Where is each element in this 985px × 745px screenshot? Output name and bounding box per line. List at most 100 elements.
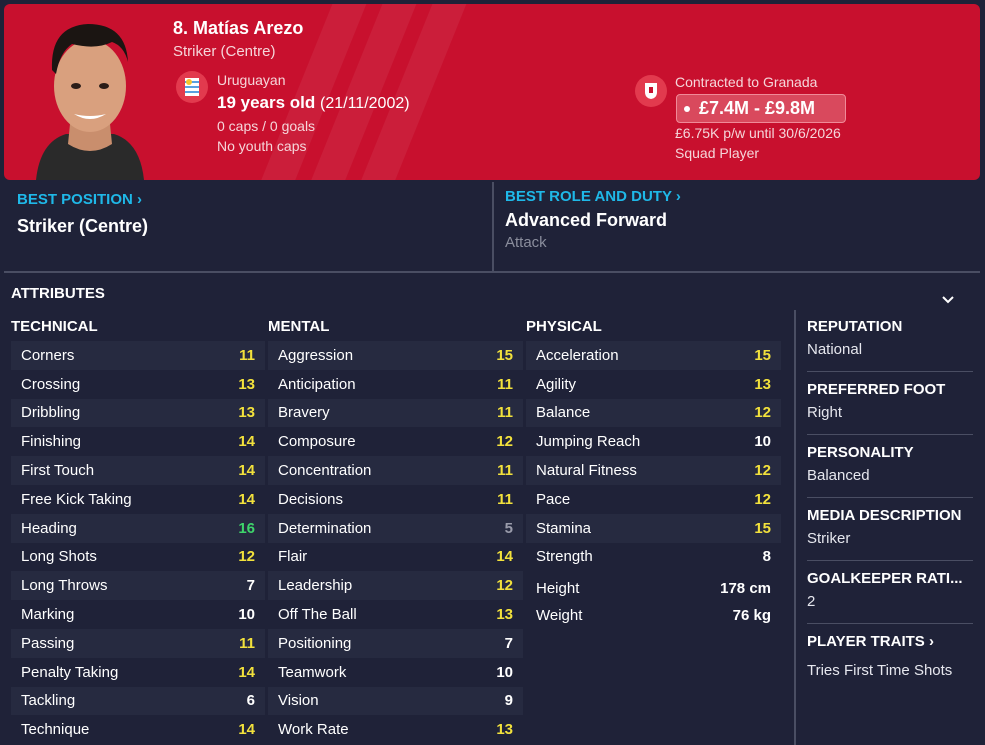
attribute-name: Agility [536,375,577,393]
attribute-row[interactable]: Tackling 6 [11,686,265,716]
attribute-row[interactable]: Heading 16 [11,513,265,543]
age-text: 19 years old [217,93,316,112]
attribute-row[interactable]: Natural Fitness 12 [526,456,781,485]
attribute-value: 12 [754,490,771,508]
attribute-row[interactable]: Free Kick Taking 14 [11,485,265,514]
attribute-row[interactable]: Decisions 11 [268,485,523,514]
attribute-value: 12 [496,577,513,595]
attribute-name: Decisions [278,490,344,508]
attribute-row[interactable]: Aggression 15 [268,341,523,370]
attribute-row[interactable]: Crossing 13 [11,370,265,399]
attribute-name: Long Shots [21,548,97,566]
attribute-name: Finishing [21,433,82,451]
attribute-name: Positioning [278,634,352,652]
weight-row: Weight 76 kg [526,607,781,624]
attribute-row[interactable]: Dribbling 13 [11,398,265,428]
best-role-link[interactable]: BEST ROLE AND DUTY › [505,188,681,205]
attribute-name: Passing [21,634,75,652]
attribute-name: Off The Ball [278,606,357,624]
attribute-value: 11 [239,634,255,652]
attribute-row[interactable]: Acceleration 15 [526,341,781,370]
attribute-name: Anticipation [278,375,356,393]
attribute-value: 14 [238,462,255,480]
attribute-row[interactable]: Work Rate 13 [268,715,523,744]
contract-club[interactable]: Contracted to Granada [675,74,817,90]
attribute-value: 10 [238,606,255,624]
attribute-row[interactable]: Pace 12 [526,485,781,514]
attribute-row[interactable]: Corners 11 [11,341,265,370]
height-row: Height 178 cm [526,580,781,597]
attribute-name: Free Kick Taking [21,490,132,508]
attribute-row[interactable]: Long Shots 12 [11,543,265,572]
attribute-row[interactable]: Bravery 11 [268,398,523,428]
attribute-row[interactable]: Technique 14 [11,715,265,744]
attribute-name: Work Rate [278,721,349,739]
media-description: MEDIA DESCRIPTION Striker [807,507,962,547]
attribute-value: 8 [762,548,771,566]
player-name: 8. Matías Arezo [173,18,304,38]
player-position: Striker (Centre) [173,43,276,60]
nationality[interactable]: Uruguayan [217,72,286,88]
mental-attributes: Aggression 15 Anticipation 11 Bravery 11 Compo… [268,341,523,744]
attribute-row[interactable]: Positioning 7 [268,628,523,658]
attribute-value: 11 [497,462,513,480]
attribute-value: 10 [754,433,771,451]
attribute-row[interactable]: Balance 12 [526,398,781,428]
best-role-value: Advanced Forward [505,210,668,230]
attribute-value: 12 [238,548,255,566]
international-caps: 0 caps / 0 goals [217,118,316,134]
attribute-row[interactable]: Penalty Taking 14 [11,658,265,687]
attribute-row[interactable]: Strength 8 [526,543,781,572]
attribute-row[interactable]: Finishing 14 [11,427,265,456]
attribute-row[interactable]: Flair 14 [268,543,523,572]
attribute-row[interactable]: Teamwork 10 [268,658,523,687]
attribute-row[interactable]: First Touch 14 [11,456,265,485]
attribute-row[interactable]: Vision 9 [268,686,523,716]
uruguay-flag-icon[interactable] [176,71,208,103]
personality: PERSONALITY Balanced [807,444,914,484]
best-position-link[interactable]: BEST POSITION › [17,191,142,208]
weight-value: 76 kg [732,607,771,624]
club-crest-icon[interactable] [635,75,667,107]
chevron-down-icon[interactable] [941,293,955,307]
preferred-foot: PREFERRED FOOT Right [807,381,946,421]
attribute-name: Leadership [278,577,353,595]
best-position-panel: BEST POSITION › Striker (Centre) [4,182,490,272]
attribute-row[interactable]: Jumping Reach 10 [526,427,781,456]
physical-attributes: Acceleration 15 Agility 13 Balance 12 Jumping … [526,341,781,571]
physical-heading: PHYSICAL [526,318,602,335]
date-of-birth: (21/11/2002) [320,95,410,112]
attribute-value: 13 [238,375,255,393]
attribute-value: 15 [496,346,513,364]
player-value-badge[interactable]: £7.4M - £9.8M [676,94,846,123]
attribute-row[interactable]: Passing 11 [11,628,265,658]
attribute-name: Acceleration [536,346,619,364]
technical-attributes: Corners 11 Crossing 13 Dribbling 13 Finishing 1… [11,341,265,744]
youth-caps: No youth caps [217,138,307,154]
player-header: 8. Matías Arezo Striker (Centre) Uruguay… [4,4,980,180]
attribute-row[interactable]: Concentration 11 [268,456,523,485]
attribute-row[interactable]: Composure 12 [268,427,523,456]
attribute-row[interactable]: Agility 13 [526,370,781,399]
weight-label: Weight [536,607,583,624]
attribute-row[interactable]: Marking 10 [11,600,265,629]
attribute-value: 13 [238,404,255,422]
player-age: 19 years old (21/11/2002) [217,93,410,113]
attribute-row[interactable]: Long Throws 7 [11,571,265,601]
attribute-value: 11 [239,346,255,364]
attribute-value: 9 [504,692,513,710]
attribute-row[interactable]: Stamina 15 [526,513,781,543]
squad-status: Squad Player [675,145,760,161]
attribute-value: 12 [754,404,771,422]
attribute-row[interactable]: Determination 5 [268,513,523,543]
attribute-name: Vision [278,692,319,710]
attribute-name: Concentration [278,462,372,480]
attribute-name: Pace [536,490,571,508]
attribute-row[interactable]: Leadership 12 [268,571,523,601]
player-traits-link[interactable]: PLAYER TRAITS › [807,633,973,650]
reputation: REPUTATION National [807,318,903,358]
attributes-title: ATTRIBUTES [11,285,105,302]
attribute-row[interactable]: Anticipation 11 [268,370,523,399]
attribute-name: Stamina [536,519,592,537]
attribute-row[interactable]: Off The Ball 13 [268,600,523,629]
